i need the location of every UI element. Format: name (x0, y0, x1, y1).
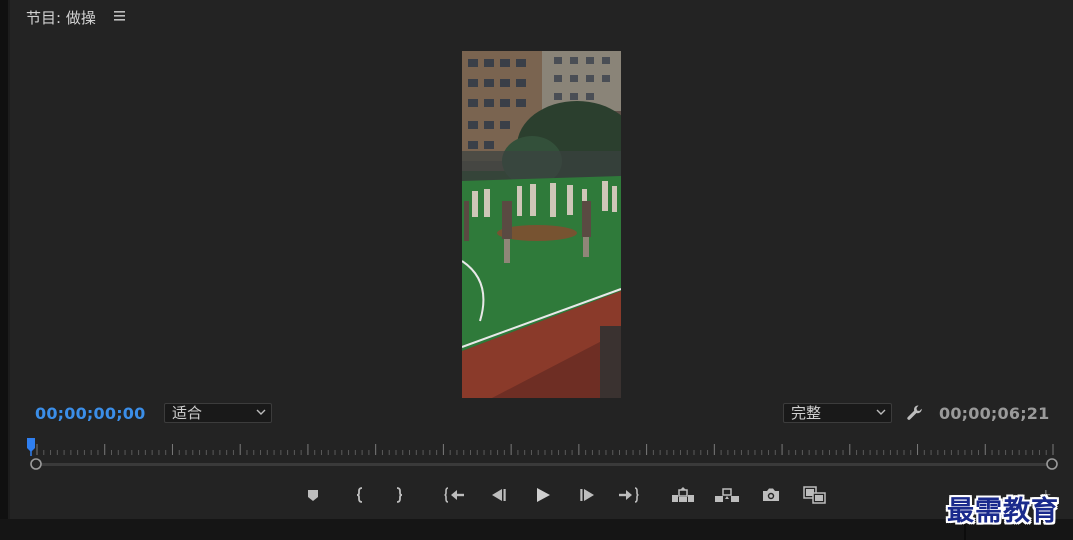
zoom-level-select[interactable]: 适合 (164, 403, 272, 423)
mark-in-icon (356, 487, 363, 503)
comparison-view-icon (803, 486, 826, 504)
chevron-down-icon (256, 409, 266, 415)
go-to-out-icon (619, 487, 639, 503)
lift-icon (672, 487, 694, 502)
program-monitor-panel: 节目: 做操 00;00;00;00 适合 完整 00;00;06;21 + (10, 0, 1073, 519)
step-forward-icon (580, 489, 594, 501)
extract-icon (715, 488, 739, 502)
step-back-button[interactable] (486, 484, 512, 506)
current-timecode[interactable]: 00;00;00;00 (35, 404, 145, 423)
playback-resolution-select[interactable]: 完整 (783, 403, 892, 423)
mark-in-button[interactable] (347, 484, 373, 506)
playback-resolution-value: 完整 (791, 404, 822, 422)
go-to-in-button[interactable] (442, 484, 468, 506)
extract-button[interactable] (714, 484, 740, 506)
camera-icon (763, 488, 779, 501)
go-to-in-icon (444, 487, 464, 503)
duration-timecode: 00;00;06;21 (939, 404, 1050, 423)
time-ruler[interactable] (36, 438, 1054, 458)
play-icon (537, 488, 550, 502)
add-marker-button[interactable] (300, 484, 326, 506)
play-button[interactable] (530, 484, 556, 506)
video-preview[interactable] (462, 51, 621, 398)
watermark-logo: 最需教育 (947, 496, 1059, 527)
marker-icon (308, 490, 318, 501)
mark-out-button[interactable] (386, 484, 412, 506)
zoom-end-handle (1046, 458, 1058, 470)
playhead-icon[interactable] (26, 438, 38, 456)
zoom-start-handle (30, 458, 42, 470)
chevron-down-icon (876, 409, 886, 415)
go-to-out-button[interactable] (615, 484, 641, 506)
mark-out-icon (396, 487, 403, 503)
panel-edge (0, 0, 8, 540)
zoom-level-value: 适合 (172, 404, 203, 422)
video-frame-image (462, 51, 621, 398)
comparison-view-button[interactable] (802, 484, 828, 506)
panel-title[interactable]: 节目: 做操 (26, 7, 96, 28)
zoom-scroll-bar[interactable] (30, 457, 1058, 471)
bottom-panel-strip (0, 519, 1073, 540)
export-frame-button[interactable] (758, 484, 784, 506)
lift-button[interactable] (670, 484, 696, 506)
step-back-icon (492, 489, 506, 501)
hamburger-menu-icon[interactable] (114, 11, 125, 21)
wrench-icon[interactable] (906, 404, 924, 422)
step-forward-button[interactable] (574, 484, 600, 506)
